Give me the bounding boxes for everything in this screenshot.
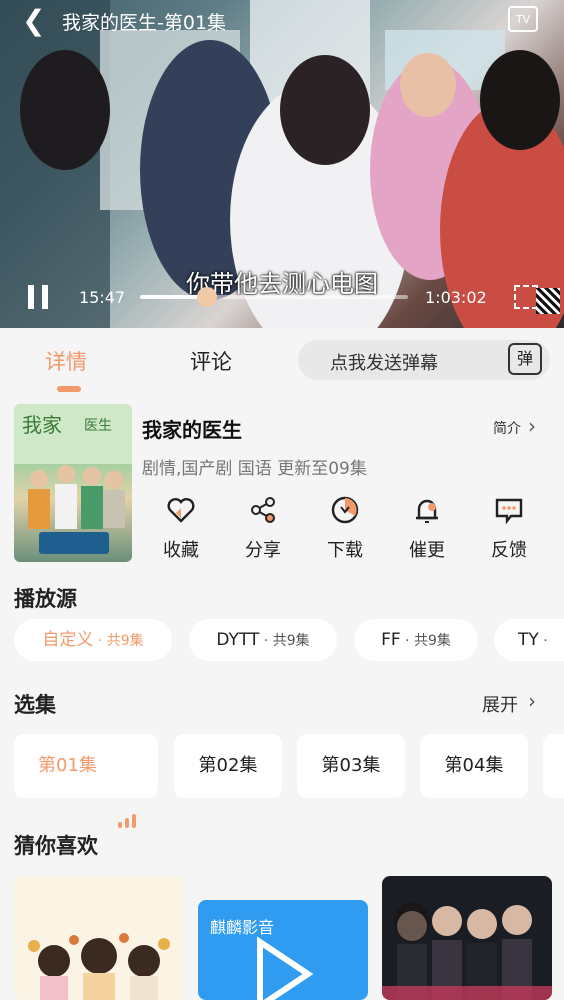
share-button[interactable]: 分享 — [233, 494, 293, 564]
show-meta: 剧情,国产剧 国语 更新至09集 — [142, 459, 367, 479]
download-icon — [331, 496, 359, 524]
playing-indicator-icon — [118, 764, 139, 828]
source-name: TY — [518, 630, 539, 650]
danmaku-toggle-icon[interactable]: 弹 — [508, 343, 542, 375]
episode-item[interactable]: 第02集 — [174, 734, 282, 798]
play-icon — [257, 936, 314, 1000]
seek-bar[interactable] — [140, 287, 408, 307]
feedback-icon — [495, 498, 523, 525]
recommend-card[interactable]: 麒麟影音 — [198, 900, 368, 1000]
share-label: 分享 — [245, 540, 281, 561]
source-count: 共9集 — [106, 633, 144, 649]
source-pill[interactable]: 自定义 · 共9集 — [14, 619, 172, 661]
recommend-title: 猜你喜欢 — [14, 834, 98, 858]
recommend-card[interactable] — [382, 876, 552, 1000]
urge-update-label: 催更 — [409, 540, 445, 561]
bell-icon — [416, 499, 438, 523]
episode-item[interactable]: 第03集 — [297, 734, 405, 798]
feedback-button[interactable]: 反馈 — [479, 494, 539, 564]
svg-text:我家: 我家 — [22, 413, 62, 437]
chevron-right-icon[interactable]: › — [528, 689, 536, 713]
video-title: 我家的医生-第01集 — [62, 12, 227, 34]
source-count: 共9集 — [272, 633, 310, 649]
episodes-title: 选集 — [14, 693, 56, 717]
episode-item-partial[interactable] — [543, 734, 564, 798]
danmaku-input[interactable]: 点我发送弹幕 弹 — [298, 340, 550, 380]
source-count: 共9集 — [414, 633, 451, 649]
download-label: 下载 — [327, 540, 363, 561]
current-time: 15:47 — [79, 288, 126, 307]
tab-details[interactable]: 详情 — [45, 346, 87, 376]
chevron-right-icon[interactable]: › — [528, 414, 536, 438]
svg-text:医生: 医生 — [84, 418, 112, 434]
video-player[interactable]: ❮ 我家的医生-第01集 TV 你带他去测心电图 15:47 1:03:02 — [0, 0, 564, 328]
sources-title: 播放源 — [14, 587, 77, 611]
download-button[interactable]: 下载 — [315, 494, 375, 564]
duration-time: 1:03:02 — [425, 288, 487, 307]
show-title: 我家的医生 — [142, 418, 242, 442]
expand-button[interactable]: 展开 — [482, 691, 518, 717]
feedback-label: 反馈 — [491, 540, 527, 561]
intro-link[interactable]: 简介 — [493, 418, 521, 438]
pause-button[interactable] — [28, 285, 48, 309]
fullscreen-button[interactable] — [514, 285, 538, 309]
heart-icon — [167, 498, 195, 523]
source-name: 自定义 — [42, 630, 94, 650]
qr-code-icon — [536, 288, 560, 314]
share-icon — [251, 497, 275, 523]
recommend-card[interactable] — [14, 876, 184, 1000]
episode-item[interactable]: 第01集 — [14, 734, 158, 828]
favorite-label: 收藏 — [163, 540, 199, 561]
episode-item[interactable]: 第04集 — [420, 734, 528, 798]
source-pill[interactable]: DYTT · 共9集 — [189, 619, 337, 661]
source-name: DYTT — [216, 630, 260, 650]
recommend-thumbnail — [28, 933, 170, 1000]
cast-tv-icon[interactable]: TV — [508, 6, 538, 32]
urge-update-button[interactable]: 催更 — [397, 494, 457, 564]
source-pill[interactable]: FF · 共9集 — [354, 619, 478, 661]
source-name: FF — [381, 630, 401, 650]
tab-comments[interactable]: 评论 — [190, 346, 232, 376]
tab-indicator — [57, 386, 81, 392]
episode-label: 第01集 — [38, 755, 97, 776]
source-pill[interactable]: TY · — [494, 619, 564, 661]
favorite-button[interactable]: 收藏 — [151, 494, 211, 564]
back-button[interactable]: ❮ — [22, 6, 48, 36]
danmaku-placeholder: 点我发送弹幕 — [330, 353, 438, 374]
show-poster[interactable]: 我家 医生 — [14, 404, 132, 562]
recommend-thumbnail — [382, 902, 552, 1000]
seek-thumb[interactable] — [197, 287, 217, 307]
